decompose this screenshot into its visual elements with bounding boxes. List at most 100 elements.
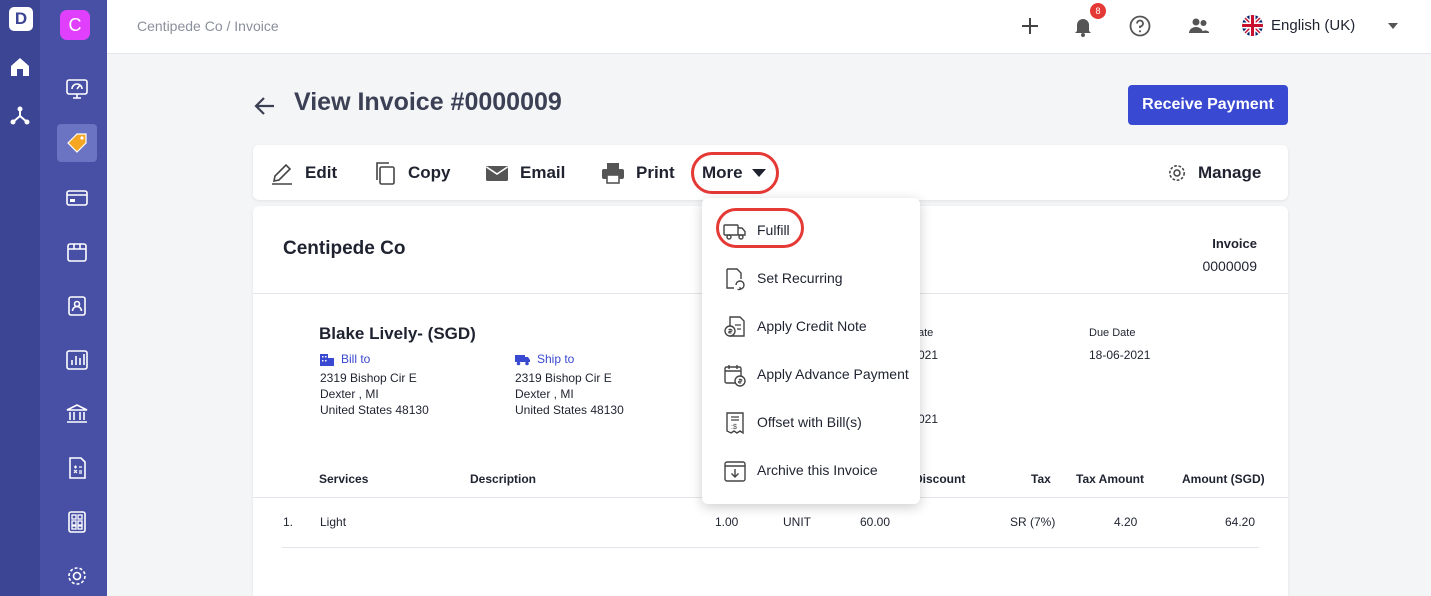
invoice-date-value: 021	[918, 348, 939, 362]
email-label: Email	[520, 162, 566, 182]
notification-count-badge: 8	[1090, 3, 1106, 19]
recurring-doc-icon	[726, 268, 745, 291]
invoice-action-toolbar: Edit Copy Email Print More Manage	[253, 145, 1288, 200]
menu-item-label: Archive this Invoice	[757, 462, 878, 478]
envelope-icon	[486, 165, 508, 181]
truck-icon	[723, 224, 746, 240]
menu-item-fulfill[interactable]: Fulfill	[702, 207, 920, 255]
app-logo[interactable]: D	[9, 7, 33, 31]
chevron-down-icon[interactable]	[1388, 23, 1398, 29]
menu-item-label: Apply Advance Payment	[757, 366, 909, 382]
more-dropdown-button[interactable]: More	[702, 145, 766, 200]
ship-to-line2: Dexter , MI	[515, 387, 574, 401]
customer-name[interactable]: Blake Lively- (SGD)	[319, 324, 476, 344]
due-date-label: Due Date	[1089, 327, 1136, 339]
back-arrow-icon[interactable]	[252, 93, 278, 119]
print-button[interactable]: Print	[600, 145, 675, 200]
bill-to-line2: Dexter , MI	[320, 387, 379, 401]
ship-to-label: Ship to	[537, 352, 575, 366]
receive-payment-button[interactable]: Receive Payment	[1128, 85, 1288, 125]
bill-to-address: 2319 Bishop Cir E Dexter , MI United Sta…	[320, 370, 429, 418]
menu-item-offset-with-bills[interactable]: :$ Offset with Bill(s)	[702, 399, 920, 447]
bill-to-heading: Bill to	[319, 352, 370, 366]
invoice-date-label: ate	[918, 327, 934, 339]
app-rail: D	[0, 0, 40, 596]
top-bar: Centipede Co / Invoice 8 English (UK)	[107, 0, 1431, 54]
contacts-icon[interactable]	[64, 293, 90, 319]
archive-icon	[724, 461, 746, 482]
advance-payment-icon	[724, 365, 746, 387]
row-price: 60.00	[860, 515, 891, 529]
dashboard-icon[interactable]	[64, 76, 90, 102]
menu-item-label: Fulfill	[757, 222, 790, 238]
email-button[interactable]: Email	[484, 145, 565, 200]
reports-chart-icon[interactable]	[64, 347, 90, 373]
printer-icon	[602, 162, 624, 184]
col-discount: Discount	[914, 472, 966, 486]
col-amount: Amount (SGD)	[1182, 472, 1265, 486]
org-avatar[interactable]: C	[60, 10, 90, 40]
bill-to-line1: 2319 Bishop Cir E	[320, 371, 417, 385]
row-amount: 64.20	[1225, 515, 1256, 529]
caret-down-icon	[751, 168, 766, 177]
language-selector[interactable]: English (UK)	[1271, 17, 1355, 34]
row-tax: SR (7%)	[1010, 515, 1056, 529]
company-name: Centipede Co	[283, 238, 406, 259]
menu-item-apply-credit-note[interactable]: Apply Credit Note	[702, 303, 920, 351]
edit-button[interactable]: Edit	[269, 145, 337, 200]
settings-gear-icon[interactable]	[64, 563, 90, 589]
menu-item-archive-invoice[interactable]: Archive this Invoice	[702, 447, 920, 495]
copy-label: Copy	[408, 162, 451, 182]
ship-to-address: 2319 Bishop Cir E Dexter , MI United Sta…	[515, 370, 624, 418]
sales-tag-icon[interactable]	[64, 130, 90, 156]
breadcrumb[interactable]: Centipede Co / Invoice	[137, 18, 279, 34]
inventory-box-icon[interactable]	[64, 239, 90, 265]
col-tax-amount: Tax Amount	[1076, 472, 1144, 486]
invoice-label: Invoice	[1212, 236, 1257, 251]
offset-bill-icon: :$	[726, 412, 744, 435]
apps-grid-icon[interactable]	[64, 509, 90, 535]
col-description: Description	[470, 472, 537, 486]
help-icon[interactable]	[1127, 13, 1153, 39]
row-index: 1.	[283, 515, 294, 529]
page-title: View Invoice #0000009	[294, 88, 562, 116]
manage-label: Manage	[1198, 162, 1262, 182]
svg-text::$: :$	[731, 424, 737, 431]
ship-to-line1: 2319 Bishop Cir E	[515, 371, 612, 385]
team-users-icon[interactable]	[1186, 13, 1212, 39]
manage-button[interactable]: Manage	[1166, 145, 1261, 200]
menu-item-label: Set Recurring	[757, 270, 843, 286]
col-tax: Tax	[1031, 472, 1051, 486]
module-sidebar: C	[40, 0, 107, 596]
row-qty: 1.00	[715, 515, 739, 529]
col-services: Services	[319, 472, 369, 486]
network-icon[interactable]	[8, 103, 32, 127]
due-date-value: 18-06-2021	[1089, 348, 1151, 362]
secondary-date-value: 021	[918, 412, 939, 426]
building-icon	[320, 354, 334, 366]
home-icon[interactable]	[8, 55, 32, 79]
row-divider	[282, 547, 1259, 548]
menu-item-set-recurring[interactable]: Set Recurring	[702, 255, 920, 303]
delivery-truck-icon	[515, 355, 530, 366]
uk-flag-icon	[1242, 15, 1263, 36]
ship-to-line3: United States 48130	[515, 403, 624, 417]
add-icon[interactable]	[1017, 13, 1043, 39]
payments-card-icon[interactable]	[64, 185, 90, 211]
copy-icon	[376, 161, 395, 185]
menu-item-apply-advance-payment[interactable]: Apply Advance Payment	[702, 351, 920, 399]
bill-to-line3: United States 48130	[320, 403, 429, 417]
ship-to-heading: Ship to	[515, 352, 574, 366]
print-label: Print	[636, 162, 675, 182]
gear-icon	[1169, 164, 1185, 181]
edit-label: Edit	[305, 162, 338, 182]
pencil-icon	[272, 163, 292, 185]
bank-icon[interactable]	[64, 401, 90, 427]
bill-to-label: Bill to	[341, 352, 371, 366]
invoice-number: 0000009	[1202, 258, 1257, 274]
accounting-icon[interactable]	[64, 455, 90, 481]
credit-note-icon	[724, 316, 745, 337]
menu-item-label: Apply Credit Note	[757, 318, 867, 334]
copy-button[interactable]: Copy	[372, 145, 451, 200]
more-dropdown-menu: Fulfill Set Recurring Apply Credit Note …	[702, 198, 920, 504]
